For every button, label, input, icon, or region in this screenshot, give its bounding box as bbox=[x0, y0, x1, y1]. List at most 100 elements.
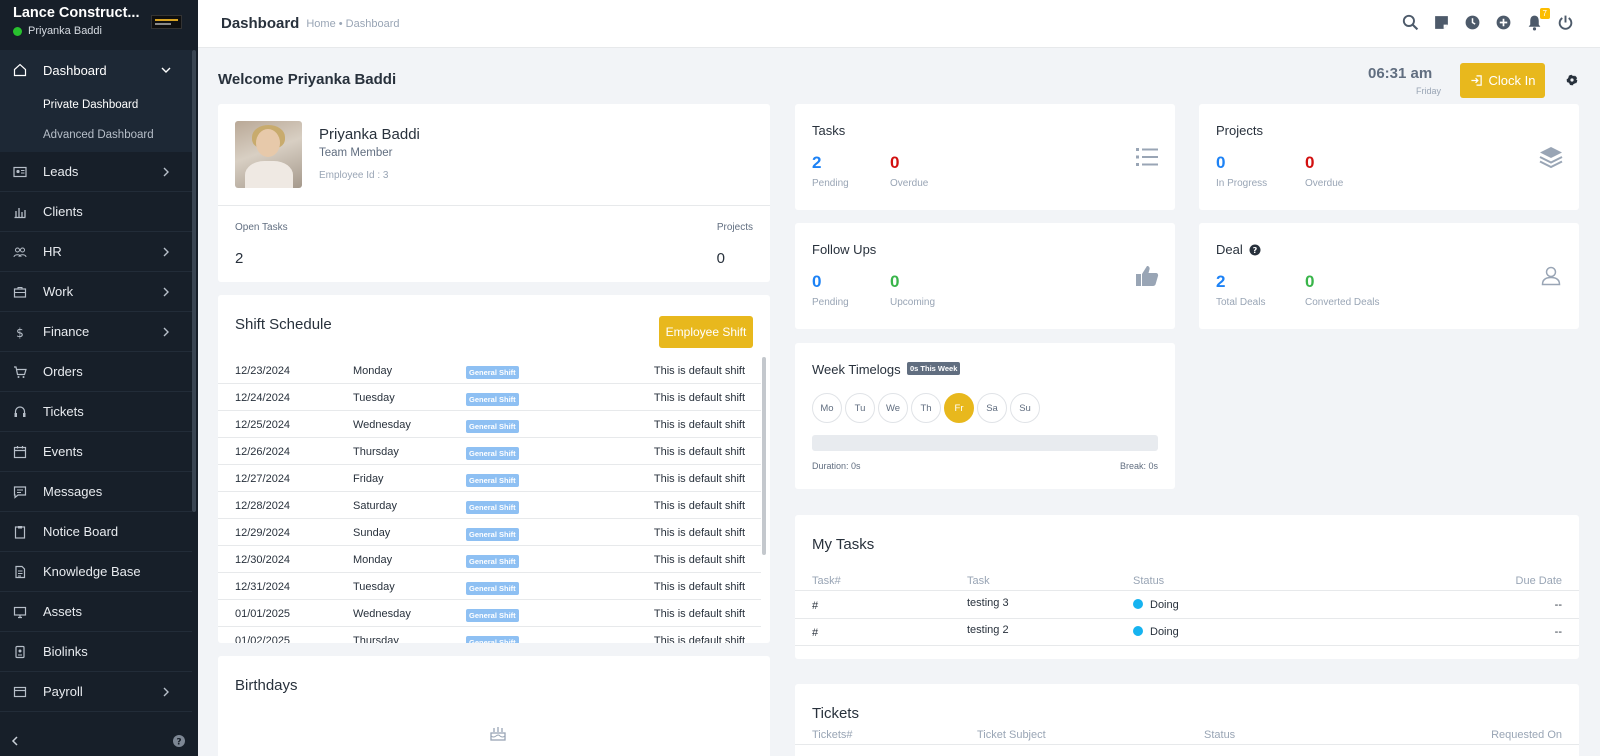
shift-weekday: Thursday bbox=[353, 635, 399, 643]
employee-shift-button[interactable]: Employee Shift bbox=[659, 316, 753, 348]
followups-upcoming-label: Upcoming bbox=[890, 297, 936, 308]
day-mo[interactable]: Mo bbox=[812, 393, 842, 423]
collapse-sidebar-icon[interactable] bbox=[8, 734, 22, 748]
sign-in-icon bbox=[1470, 75, 1482, 86]
shift-schedule-card: Shift Schedule Employee Shift 12/23/2024… bbox=[218, 295, 770, 643]
sidebar-item-knowledge-base[interactable]: Knowledge Base bbox=[0, 552, 192, 592]
tasks-overdue-count[interactable]: 0 bbox=[890, 153, 899, 173]
deal-title-label: Deal bbox=[1216, 242, 1243, 257]
shift-date: 01/01/2025 bbox=[235, 608, 291, 620]
assets-icon bbox=[12, 604, 28, 620]
break-text: Break: 0s bbox=[1119, 461, 1158, 471]
add-circle-icon[interactable] bbox=[1495, 14, 1512, 31]
column-header: Status bbox=[1204, 729, 1236, 741]
sidebar-item-orders[interactable]: Orders bbox=[0, 352, 192, 392]
clock-icon[interactable] bbox=[1464, 14, 1481, 31]
task-name[interactable]: testing 2 bbox=[967, 624, 1009, 636]
shift-badge: General Shift bbox=[466, 555, 519, 568]
shift-weekday: Wednesday bbox=[353, 419, 411, 431]
task-name[interactable]: testing 3 bbox=[967, 597, 1009, 609]
tickets-title: Tickets bbox=[812, 705, 859, 722]
column-header: Status bbox=[1133, 575, 1165, 587]
sidebar-header[interactable]: Lance Construct... Priyanka Baddi bbox=[0, 0, 198, 48]
sidebar-subitem-advanced-dashboard[interactable]: Advanced Dashboard bbox=[0, 120, 192, 150]
day-sa[interactable]: Sa bbox=[977, 393, 1007, 423]
search-icon[interactable] bbox=[1402, 14, 1419, 31]
avatar[interactable] bbox=[235, 121, 302, 188]
task-status-label: Doing bbox=[1150, 626, 1179, 638]
day-fr[interactable]: Fr bbox=[944, 393, 974, 423]
table-row[interactable]: # testing 3 Doing -- bbox=[795, 592, 1579, 619]
chevron-down-icon bbox=[161, 67, 171, 73]
sidebar-item-payroll[interactable]: Payroll bbox=[0, 672, 192, 712]
sidebar-item-label: Knowledge Base bbox=[43, 564, 141, 579]
sidebar-item-leads[interactable]: Leads bbox=[0, 152, 192, 192]
sidebar-item-messages[interactable]: Messages bbox=[0, 472, 192, 512]
hr-icon bbox=[12, 244, 28, 260]
sidebar-item-hr[interactable]: HR bbox=[0, 232, 192, 272]
sidebar-item-label: Payroll bbox=[43, 684, 83, 699]
sidebar-item-assets[interactable]: Assets bbox=[0, 592, 192, 632]
projects-inprogress-label: In Progress bbox=[1216, 178, 1268, 189]
total-deals-count[interactable]: 2 bbox=[1216, 272, 1225, 292]
shift-date: 12/25/2024 bbox=[235, 419, 291, 431]
table-row: 01/01/2025 Wednesday General Shift This is … bbox=[218, 600, 761, 627]
help-icon[interactable]: ? bbox=[172, 734, 186, 748]
day-th[interactable]: Th bbox=[911, 393, 941, 423]
followups-upcoming-count[interactable]: 0 bbox=[890, 272, 899, 292]
day-su[interactable]: Su bbox=[1010, 393, 1040, 423]
current-day: Friday bbox=[1416, 86, 1442, 96]
page-title: Dashboard bbox=[221, 15, 300, 32]
sidebar-item-dashboard[interactable]: Dashboard bbox=[0, 50, 192, 90]
shift-date: 12/28/2024 bbox=[235, 500, 291, 512]
my-tasks-card: My Tasks Task# Task Status Due Date # te… bbox=[795, 515, 1579, 659]
sidebar-subitem-private-dashboard[interactable]: Private Dashboard bbox=[0, 90, 192, 120]
sticky-note-icon[interactable] bbox=[1433, 14, 1450, 31]
shift-weekday: Tuesday bbox=[353, 581, 395, 593]
sidebar-item-work[interactable]: Work bbox=[0, 272, 192, 312]
table-row: 01/02/2025 Thursday General Shift This is d… bbox=[218, 627, 761, 643]
gear-icon[interactable] bbox=[1565, 73, 1579, 87]
tasks-title: Tasks bbox=[812, 123, 846, 138]
question-circle-icon[interactable]: ? bbox=[1249, 244, 1261, 256]
shift-date: 12/24/2024 bbox=[235, 392, 291, 404]
table-row: 12/23/2024 Monday General Shift This is def… bbox=[218, 357, 761, 384]
day-tu[interactable]: Tu bbox=[845, 393, 875, 423]
shift-note: This is default shift bbox=[653, 419, 745, 431]
shift-badge: General Shift bbox=[466, 609, 519, 622]
sidebar-item-finance[interactable]: $ Finance bbox=[0, 312, 192, 352]
sidebar-item-notice-board[interactable]: Notice Board bbox=[0, 512, 192, 552]
shift-scrollbar[interactable] bbox=[762, 357, 766, 555]
open-tasks-count[interactable]: 2 bbox=[235, 250, 243, 267]
thumbs-up-icon bbox=[1136, 266, 1159, 286]
task-due-date: -- bbox=[1554, 599, 1562, 611]
table-row[interactable]: # testing 2 Doing -- bbox=[795, 619, 1579, 646]
projects-inprogress-count[interactable]: 0 bbox=[1216, 153, 1225, 173]
projects-overdue-count[interactable]: 0 bbox=[1305, 153, 1314, 173]
shift-badge: General Shift bbox=[466, 582, 519, 595]
shift-note: This is default shift bbox=[653, 581, 745, 593]
profile-name[interactable]: Priyanka Baddi bbox=[319, 126, 420, 143]
power-icon[interactable] bbox=[1557, 14, 1574, 31]
table-row: 12/30/2024 Monday General Shift This is def… bbox=[218, 546, 761, 573]
sidebar-item-events[interactable]: Events bbox=[0, 432, 192, 472]
day-we[interactable]: We bbox=[878, 393, 908, 423]
svg-text:?: ? bbox=[1253, 246, 1258, 255]
shift-note: This is default shift bbox=[653, 635, 745, 643]
clock-in-button[interactable]: Clock In bbox=[1460, 63, 1545, 98]
tasks-pending-count[interactable]: 2 bbox=[812, 153, 821, 173]
week-timelogs-title: Week Timelogs bbox=[812, 362, 901, 377]
breadcrumb[interactable]: Home • Dashboard bbox=[306, 18, 399, 30]
projects-count[interactable]: 0 bbox=[717, 250, 725, 267]
work-icon bbox=[12, 284, 28, 300]
sidebar-item-tickets[interactable]: Tickets bbox=[0, 392, 192, 432]
sidebar-item-biolinks[interactable]: Biolinks bbox=[0, 632, 192, 672]
sidebar-item-clients[interactable]: Clients bbox=[0, 192, 192, 232]
sidebar-item-label: Events bbox=[43, 444, 83, 459]
followups-pending-count[interactable]: 0 bbox=[812, 272, 821, 292]
notifications-button[interactable]: 7 bbox=[1526, 8, 1550, 31]
sidebar-scrollbar[interactable] bbox=[192, 50, 196, 512]
converted-deals-count[interactable]: 0 bbox=[1305, 272, 1314, 292]
deal-card: Deal ? 2 Total Deals 0 Converted Deals bbox=[1199, 223, 1579, 329]
welcome-heading: Welcome Priyanka Baddi bbox=[218, 71, 397, 88]
